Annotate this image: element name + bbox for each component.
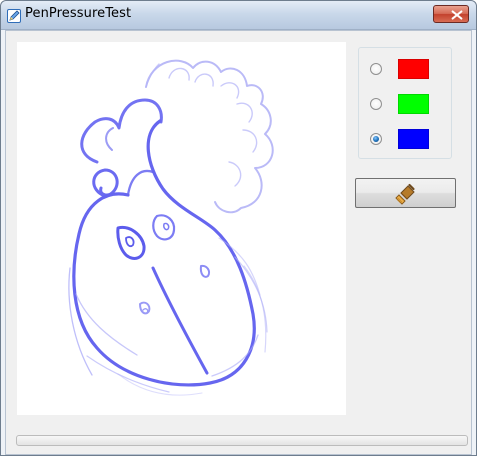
color-option-red[interactable] xyxy=(369,57,439,81)
green-radio-button[interactable] xyxy=(370,98,382,110)
color-option-green[interactable] xyxy=(369,92,439,116)
clear-canvas-button[interactable] xyxy=(355,178,456,208)
pen-app-icon xyxy=(7,8,21,23)
close-button[interactable] xyxy=(433,5,469,23)
pen-pressure-progress-bar xyxy=(16,435,468,446)
red-swatch xyxy=(398,59,429,79)
drawing-canvas[interactable] xyxy=(17,42,346,415)
client-area xyxy=(5,30,472,455)
color-option-blue[interactable] xyxy=(369,127,439,151)
blue-radio-button[interactable] xyxy=(370,133,382,145)
color-selection-group xyxy=(358,47,452,159)
blue-swatch xyxy=(398,129,429,149)
red-radio-button[interactable] xyxy=(370,63,382,75)
app-window: PenPressureTest xyxy=(0,0,477,456)
title-bar[interactable]: PenPressureTest xyxy=(1,1,476,30)
window-title: PenPressureTest xyxy=(25,6,132,21)
broom-icon xyxy=(394,182,418,206)
green-swatch xyxy=(398,94,429,114)
close-icon xyxy=(440,7,463,23)
